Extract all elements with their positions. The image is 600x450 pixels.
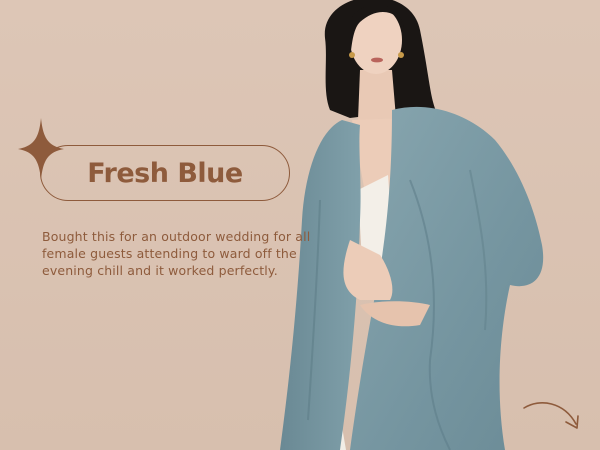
product-banner: Fresh Blue Bought this for an outdoor we… (0, 0, 600, 450)
curved-arrow-icon (523, 402, 579, 429)
model-photo (280, 0, 544, 450)
title-text: Fresh Blue (87, 157, 243, 189)
description-text: Bought this for an outdoor wedding for a… (42, 229, 311, 278)
title-pill: Fresh Blue (40, 145, 290, 201)
